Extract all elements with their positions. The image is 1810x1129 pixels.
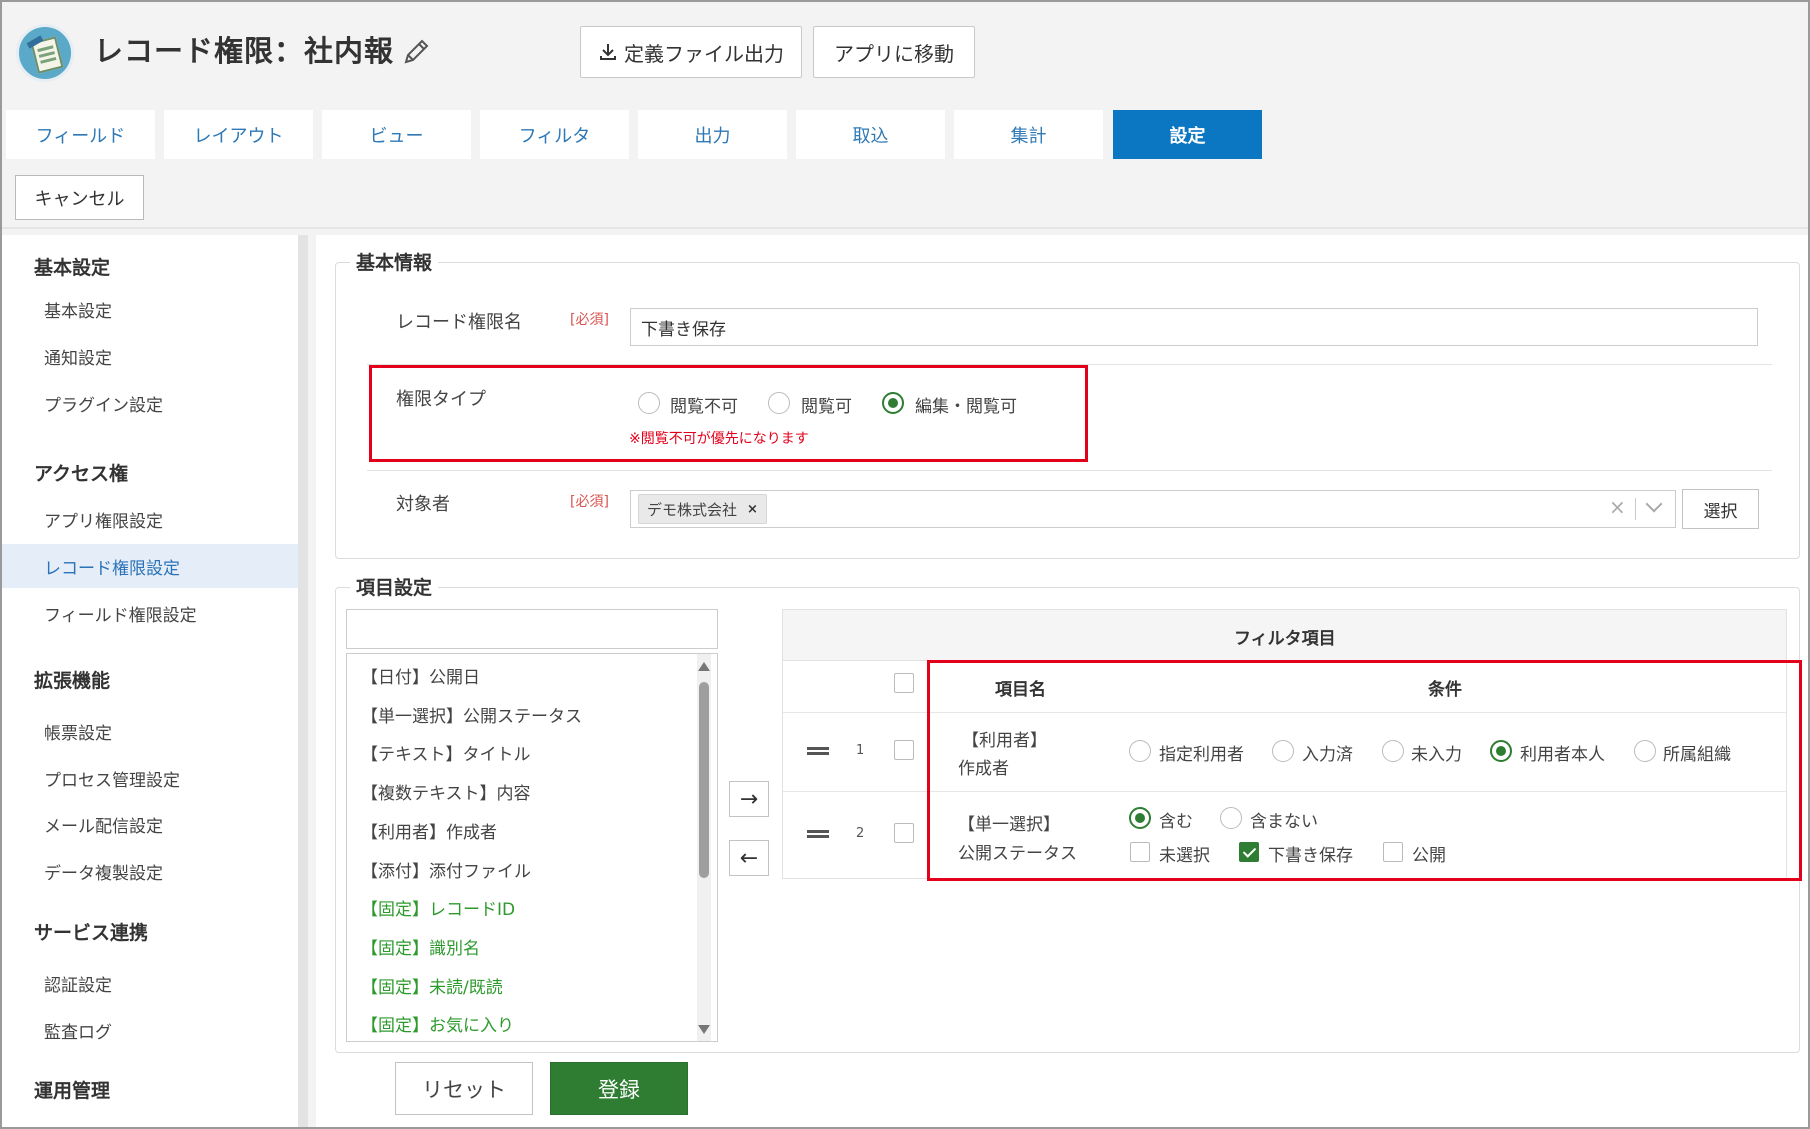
chip-label: デモ株式会社 <box>647 500 738 519</box>
sidebar-item-audit-log[interactable]: 監査ログ <box>2 1008 299 1052</box>
sidebar-item-field-permission[interactable]: フィールド権限設定 <box>2 591 299 635</box>
row-checkbox[interactable] <box>894 823 914 843</box>
select-users-button[interactable]: 選択 <box>1682 489 1759 529</box>
move-to-app-button[interactable]: アプリに移動 <box>813 26 975 78</box>
scroll-thumb[interactable] <box>699 682 709 878</box>
register-button[interactable]: 登録 <box>550 1062 688 1115</box>
permission-type-radio-no-view[interactable] <box>638 392 660 414</box>
scroll-down-icon[interactable] <box>698 1025 710 1034</box>
filter-items-title: フィルタ項目 <box>1234 629 1336 649</box>
sidebar-item-app-permission[interactable]: アプリ権限設定 <box>2 497 299 541</box>
chip-remove-icon[interactable]: × <box>747 502 758 517</box>
required-badge: [必須] <box>570 494 609 510</box>
sidebar-item-process[interactable]: プロセス管理設定 <box>2 756 299 800</box>
sidebar-item-data-copy[interactable]: データ複製設定 <box>2 849 299 893</box>
sidebar-item-plugin[interactable]: プラグイン設定 <box>2 381 299 425</box>
scroll-up-icon[interactable] <box>698 662 710 671</box>
sidebar-group-basic: 基本設定 <box>34 257 111 279</box>
target-users-label: 対象者 <box>396 494 450 515</box>
remove-item-button[interactable]: ← <box>729 840 769 876</box>
tab-import[interactable]: 取込 <box>796 110 945 159</box>
tab-output[interactable]: 出力 <box>638 110 787 159</box>
tab-bar: フィールド レイアウト ビュー フィルタ 出力 取込 集計 設定 <box>2 110 1808 159</box>
app-header: レコード権限：社内報 定義ファイル出力 アプリに移動 <box>2 2 1808 102</box>
list-item-fixed[interactable]: 【固定】未読/既読 <box>361 973 503 998</box>
download-icon <box>600 44 616 60</box>
sidebar-item-mail[interactable]: メール配信設定 <box>2 802 299 846</box>
row-checkbox[interactable] <box>894 740 914 760</box>
row-number: 2 <box>856 826 865 841</box>
permission-type-radio-view[interactable] <box>768 392 790 414</box>
permission-type-option-label: 閲覧不可 <box>670 397 738 417</box>
list-item-fixed[interactable]: 【固定】お気に入り <box>361 1011 514 1036</box>
app-window: レコード権限：社内報 定義ファイル出力 アプリに移動 フィールド レイアウト ビ… <box>0 0 1810 1129</box>
sidebar-group-service: サービス連携 <box>34 922 149 944</box>
item-settings-legend: 項目設定 <box>350 573 439 600</box>
record-permission-name-input[interactable]: 下書き保存 <box>630 308 1758 346</box>
row-number: 1 <box>856 743 865 758</box>
permission-type-radio-edit-view[interactable] <box>882 392 904 414</box>
sidebar-item-notification[interactable]: 通知設定 <box>2 334 299 378</box>
list-item[interactable]: 【日付】公開日 <box>361 663 480 688</box>
tab-field[interactable]: フィールド <box>6 110 155 159</box>
cancel-button[interactable]: キャンセル <box>15 175 144 220</box>
sidebar-scrollbar[interactable] <box>298 235 308 1127</box>
list-item[interactable]: 【添付】添付ファイル <box>361 857 531 882</box>
permission-type-label: 権限タイプ <box>396 389 486 410</box>
permission-type-option-label: 編集・閲覧可 <box>915 397 1017 417</box>
item-search-input[interactable] <box>346 609 718 649</box>
edit-pencil-icon[interactable] <box>400 36 432 68</box>
target-user-chip: デモ株式会社 × <box>638 494 767 524</box>
record-permission-name-label: レコード権限名 <box>396 312 522 333</box>
arrow-left-icon: ← <box>739 845 759 871</box>
app-icon <box>16 24 74 82</box>
drag-handle-icon[interactable] <box>807 830 829 838</box>
list-item[interactable]: 【複数テキスト】内容 <box>361 779 531 804</box>
list-item-fixed[interactable]: 【固定】識別名 <box>361 934 480 959</box>
sidebar-item-auth[interactable]: 認証設定 <box>2 961 299 1005</box>
list-item-fixed[interactable]: 【固定】レコードID <box>361 895 515 920</box>
drag-handle-icon[interactable] <box>807 747 829 755</box>
list-item[interactable]: 【利用者】作成者 <box>361 818 497 843</box>
page-title: レコード権限：社内報 <box>94 34 395 68</box>
permission-type-note: ※閲覧不可が優先になります <box>629 431 809 447</box>
list-item[interactable]: 【単一選択】公開ステータス <box>361 702 582 727</box>
target-users-select[interactable] <box>630 490 1676 528</box>
select-all-checkbox[interactable] <box>894 673 914 693</box>
add-item-button[interactable]: → <box>729 781 769 817</box>
export-label: 定義ファイル出力 <box>624 41 784 66</box>
toolbar: キャンセル <box>2 167 1808 229</box>
tab-layout[interactable]: レイアウト <box>164 110 313 159</box>
tab-aggregate[interactable]: 集計 <box>954 110 1103 159</box>
sidebar-group-operations: 運用管理 <box>34 1080 111 1102</box>
settings-sidebar: 基本設定 基本設定 通知設定 プラグイン設定 アクセス権 アプリ権限設定 レコー… <box>2 235 299 1127</box>
arrow-right-icon: → <box>739 786 759 812</box>
item-list: 【日付】公開日 【単一選択】公開ステータス 【テキスト】タイトル 【複数テキスト… <box>346 653 718 1042</box>
reset-button[interactable]: リセット <box>395 1062 533 1115</box>
sidebar-item-report[interactable]: 帳票設定 <box>2 709 299 753</box>
permission-type-option-label: 閲覧可 <box>801 397 852 417</box>
tab-settings[interactable]: 設定 <box>1113 110 1262 159</box>
sidebar-group-access: アクセス権 <box>34 463 129 485</box>
basic-info-legend: 基本情報 <box>350 248 439 275</box>
sidebar-group-extensions: 拡張機能 <box>34 670 111 692</box>
tab-view[interactable]: ビュー <box>322 110 471 159</box>
list-item[interactable]: 【テキスト】タイトル <box>361 740 531 765</box>
clear-selection-icon[interactable]: × <box>1609 495 1626 519</box>
export-definition-button[interactable]: 定義ファイル出力 <box>580 26 802 78</box>
sidebar-item-record-permission[interactable]: レコード権限設定 <box>2 544 299 588</box>
required-badge: [必須] <box>570 312 609 328</box>
sidebar-item-basic-settings[interactable]: 基本設定 <box>2 287 299 331</box>
tab-filter[interactable]: フィルタ <box>480 110 629 159</box>
highlight-filter-conditions <box>927 660 1802 881</box>
